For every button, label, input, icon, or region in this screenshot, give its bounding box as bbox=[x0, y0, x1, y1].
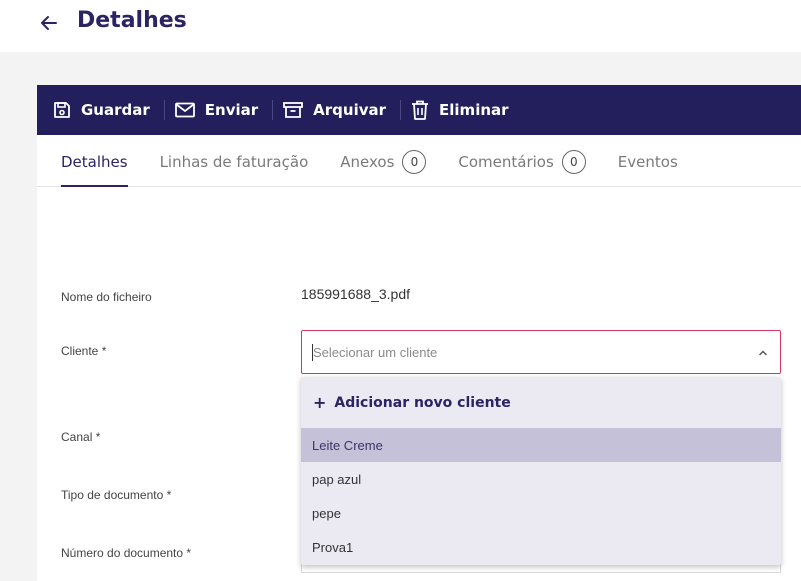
save-button-label: Guardar bbox=[81, 101, 150, 119]
dropdown-option[interactable]: Prova1 bbox=[301, 530, 781, 564]
send-button[interactable]: Enviar bbox=[174, 100, 274, 120]
tab-attachments[interactable]: Anexos 0 bbox=[340, 137, 427, 187]
page-title: Detalhes bbox=[77, 8, 187, 33]
client-dropdown-menu: + Adicionar novo cliente Leite Creme pap… bbox=[301, 377, 781, 565]
chevron-up-icon[interactable] bbox=[758, 348, 768, 358]
plus-icon: + bbox=[313, 393, 327, 412]
document-type-label: Tipo de documento * bbox=[61, 488, 172, 502]
tab-label: Detalhes bbox=[61, 152, 128, 171]
attachments-count-badge: 0 bbox=[402, 149, 427, 174]
tab-label: Linhas de faturação bbox=[159, 152, 309, 171]
details-card: Guardar Enviar Arquivar Eliminar Detalhe… bbox=[37, 85, 801, 581]
back-arrow-icon[interactable] bbox=[36, 10, 62, 36]
tab-bar: Detalhes Linhas de faturação Anexos 0 Co… bbox=[37, 137, 801, 187]
dropdown-option[interactable]: pepe bbox=[301, 496, 781, 530]
client-select[interactable]: Selecionar um cliente bbox=[301, 330, 781, 374]
client-label: Cliente * bbox=[61, 344, 107, 358]
tab-comments[interactable]: Comentários 0 bbox=[458, 137, 586, 187]
archive-button[interactable]: Arquivar bbox=[283, 100, 402, 120]
tab-label: Comentários bbox=[458, 152, 554, 171]
tab-details[interactable]: Detalhes bbox=[61, 137, 128, 187]
tab-label: Eventos bbox=[617, 152, 678, 171]
add-new-client-label: Adicionar novo cliente bbox=[334, 394, 511, 411]
dropdown-option[interactable]: pap azul bbox=[301, 462, 781, 496]
dropdown-option[interactable]: Leite Creme bbox=[301, 428, 781, 462]
tab-billing-lines[interactable]: Linhas de faturação bbox=[160, 137, 309, 187]
document-number-label: Número do documento * bbox=[61, 546, 192, 560]
envelope-icon bbox=[174, 102, 195, 118]
add-new-client-option[interactable]: + Adicionar novo cliente bbox=[301, 377, 781, 428]
delete-button[interactable]: Eliminar bbox=[411, 100, 523, 120]
archive-icon bbox=[283, 102, 304, 118]
save-icon bbox=[54, 102, 70, 118]
delete-button-label: Eliminar bbox=[439, 101, 509, 119]
save-button[interactable]: Guardar bbox=[53, 100, 165, 120]
archive-button-label: Arquivar bbox=[313, 101, 387, 119]
channel-label: Canal * bbox=[61, 430, 101, 444]
tab-events[interactable]: Eventos bbox=[618, 137, 678, 187]
client-select-placeholder: Selecionar um cliente bbox=[313, 345, 438, 360]
trash-icon bbox=[412, 100, 429, 120]
filename-label: Nome do ficheiro bbox=[61, 290, 152, 304]
tab-label: Anexos bbox=[340, 152, 395, 171]
action-toolbar: Guardar Enviar Arquivar Eliminar bbox=[37, 85, 801, 135]
top-bar: Detalhes bbox=[0, 0, 801, 52]
send-button-label: Enviar bbox=[204, 101, 259, 119]
filename-value: 185991688_3.pdf bbox=[301, 286, 410, 302]
comments-count-badge: 0 bbox=[561, 149, 586, 174]
